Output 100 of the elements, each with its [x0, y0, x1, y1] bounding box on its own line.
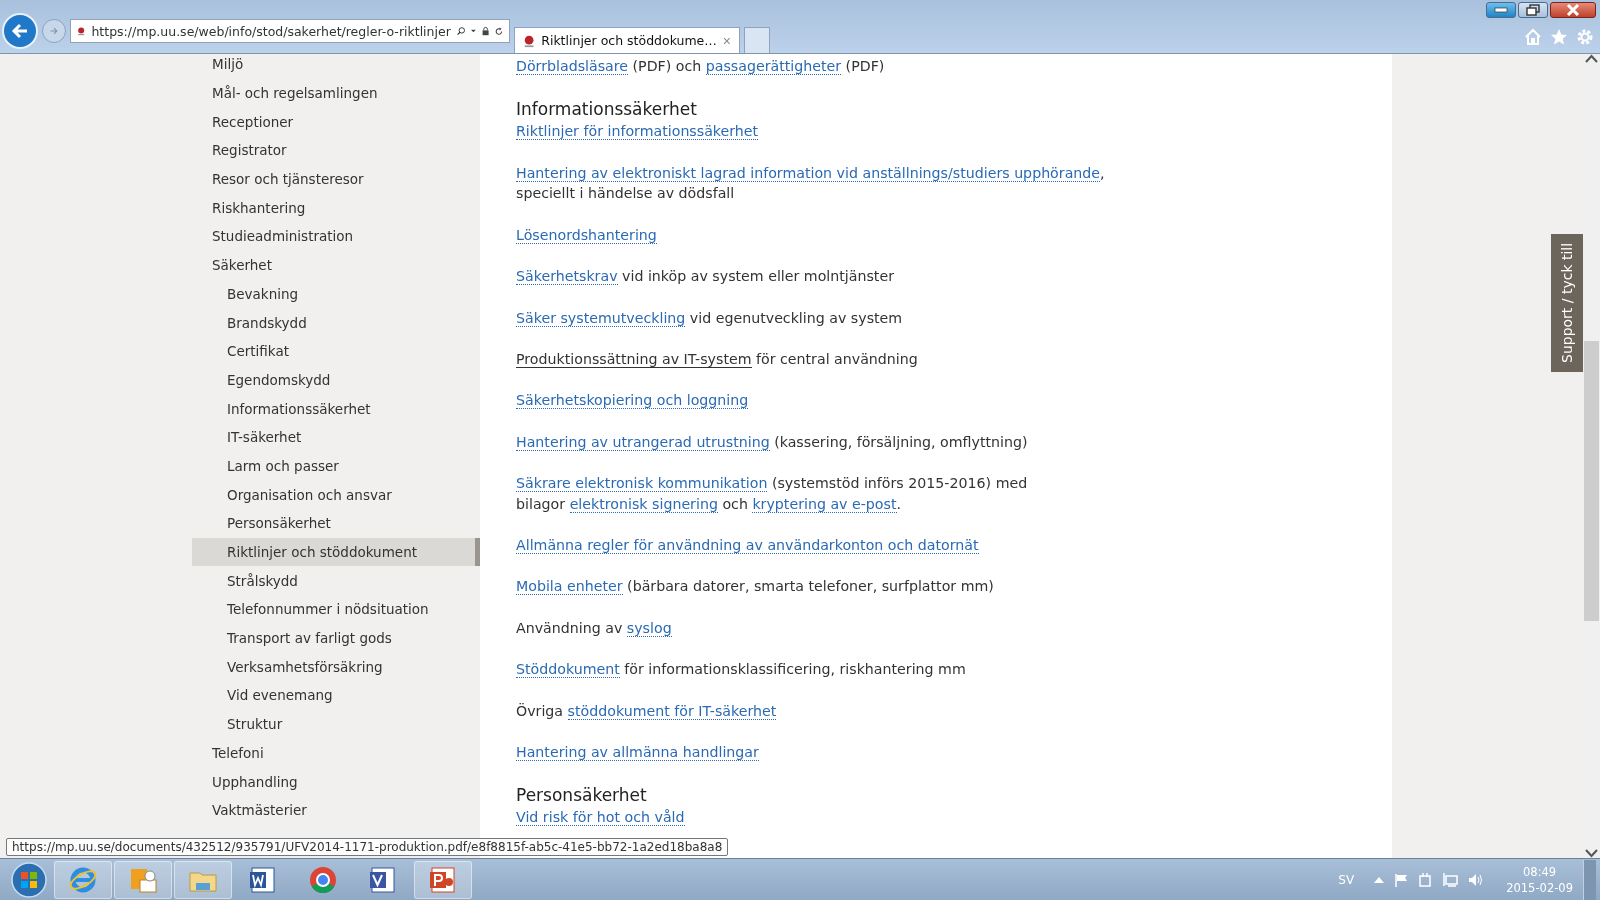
sidebar-link[interactable]: Mål- och regelsamlingen	[192, 78, 480, 108]
sidebar-link[interactable]: Vid evenemang	[192, 681, 480, 710]
word-document-icon	[248, 864, 278, 895]
sidebar-link[interactable]: Egendomskydd	[192, 365, 480, 395]
sidebar-link[interactable]: Verksamhetsförsäkring	[192, 652, 480, 682]
sidebar-link[interactable]: Strålskydd	[192, 566, 480, 596]
paragraph: Produktionssättning av IT-system för central användning	[516, 349, 919, 370]
chevron-up-icon	[1585, 54, 1598, 64]
star-icon	[1550, 28, 1568, 46]
close-tab-button[interactable]: ×	[722, 32, 731, 49]
sidebar-link[interactable]: Säkerhet	[192, 250, 480, 280]
close-button[interactable]	[1550, 2, 1596, 18]
section-heading: Personsäkerhet	[516, 784, 648, 808]
link-status-tooltip: https://mp.uu.se/documents/432512/935791/UFV2014-1171-produktion.pdf/e8f8815f-ab5c-41e5-bb72-1a2ed18ba8a8	[6, 838, 729, 856]
sidebar-link[interactable]: Receptioner	[192, 107, 480, 137]
text-link[interactable]: Säker systemutveckling	[516, 309, 686, 327]
windows-orb-icon	[11, 861, 47, 898]
lock-icon	[482, 24, 490, 38]
sidebar-link[interactable]: Telefonnummer i nödsituation	[192, 595, 480, 624]
seal-icon	[77, 24, 86, 38]
minimize-button[interactable]	[1486, 2, 1516, 18]
paragraph: Säkrare elektronisk kommunikation (systemstöd införs 2015-2016) med bilagor elektronisk signering och kryptering av e-post.	[516, 474, 1029, 515]
text-link[interactable]: stöddokument för IT-säkerhet	[567, 702, 777, 720]
text-link[interactable]: Dörrbladsläsare	[516, 58, 629, 75]
tab-title: Riktlinjer och stöddokume…	[541, 33, 717, 48]
paragraph: Säkerhetskrav vid inköp av system eller molntjänster	[516, 267, 895, 287]
sidebar-link[interactable]: Registrator	[192, 136, 480, 165]
back-button[interactable]	[2, 13, 38, 49]
text-link[interactable]: Hantering av utrangerad utrustning	[516, 433, 770, 451]
restore-button[interactable]	[1518, 2, 1548, 18]
network-icon	[1442, 872, 1459, 887]
paragraph: Säker systemutveckling vid egenutveckling av system	[516, 308, 904, 329]
text-link[interactable]: kryptering av e-post	[752, 495, 897, 513]
close-icon	[1566, 4, 1580, 16]
paragraph: Hantering av elektroniskt lagrad information vid anställnings/studiers upphörande, speciellt i händelse av dödsfall	[516, 163, 1106, 204]
text-link[interactable]: Stöddokument	[516, 661, 620, 679]
paragraph: Övriga stöddokument för IT-säkerhet	[516, 701, 778, 722]
sidebar-link[interactable]: Informationssäkerhet	[192, 394, 480, 423]
paragraph: Mobila enheter (bärbara datorer, smarta telefoner, surfplattor mm)	[516, 577, 995, 598]
minimize-icon	[1494, 7, 1508, 13]
clock-time: 08:49	[1523, 863, 1557, 880]
sidebar-link[interactable]: Transport av farligt gods	[192, 623, 480, 653]
sidebar-link[interactable]: Personsäkerhet	[192, 509, 480, 538]
url-text: https://mp.uu.se/web/info/stod/sakerhet/regler-o-riktlinjer	[91, 23, 451, 39]
home-icon	[1524, 28, 1542, 46]
text-link[interactable]: elektronisk signering	[569, 495, 718, 513]
new-tab-button[interactable]	[744, 27, 770, 53]
search-icon	[456, 24, 466, 38]
sidebar-link[interactable]: Certifikat	[192, 336, 480, 366]
browser-tab[interactable]: Riktlinjer och stöddokume… ×	[514, 27, 740, 53]
paragraph: Hantering av utrangerad utrustning (kassering, försäljning, omflyttning)	[516, 432, 1029, 453]
feedback-tab[interactable]: Support / tyck till	[1551, 234, 1583, 372]
text-link[interactable]: Hantering av elektroniskt lagrad information vid anställnings/studiers upphörande	[516, 164, 1101, 182]
caret-icon	[471, 28, 476, 34]
sidebar-link[interactable]: Studieadministration	[192, 222, 480, 251]
text-link[interactable]: Produktionssättning av IT-system	[516, 350, 752, 368]
flag-icon	[1394, 872, 1409, 887]
speaker-icon	[1468, 872, 1485, 887]
text-link[interactable]: Allmänna regler för användning av användarkonton och datornät	[516, 537, 979, 555]
sidebar-link[interactable]: Telefoni	[192, 738, 480, 768]
sidebar-link[interactable]: Bevakning	[192, 279, 480, 309]
paragraph: Stöddokument för informationsklassificering, riskhantering mm	[516, 660, 967, 680]
clock-date: 2015-02-09	[1506, 879, 1573, 896]
text-link[interactable]: syslog	[626, 619, 672, 637]
sidebar-link[interactable]: Riskhantering	[192, 193, 480, 223]
text-link[interactable]: passagerättigheter	[705, 58, 842, 75]
settings-icon	[1576, 28, 1594, 46]
restore-icon	[1526, 4, 1540, 16]
diagram-document-icon	[368, 864, 398, 895]
sidebar-link[interactable]: Brandskydd	[192, 308, 480, 337]
sidebar-link[interactable]: Larm och passer	[192, 451, 480, 481]
section-heading: Informationssäkerhet	[516, 98, 698, 122]
arrow-left-icon	[10, 21, 30, 41]
text-link[interactable]: Lösenordshantering	[516, 226, 657, 244]
paragraph: Användning av syslog	[516, 618, 673, 639]
triangle-up-icon	[1374, 876, 1385, 883]
sidebar-link[interactable]: IT-säkerhet	[192, 422, 480, 452]
slides-document-icon	[428, 864, 458, 895]
text-link[interactable]: Riktlinjer för informationssäkerhet	[516, 123, 759, 141]
text-link[interactable]: Hantering av allmänna handlingar	[516, 744, 759, 762]
text-link[interactable]: Säkerhetskrav	[516, 268, 618, 286]
sidebar-link[interactable]: Miljö	[192, 54, 480, 79]
taskbar-app-button[interactable]	[414, 860, 472, 899]
sidebar-link[interactable]: Vaktmästerier	[192, 795, 480, 825]
paragraph: Dörrbladsläsare (PDF) och passagerättigheter (PDF)	[516, 57, 886, 77]
text-link[interactable]: Mobila enheter	[516, 578, 623, 596]
text-link[interactable]: Säkrare elektronisk kommunikation	[516, 475, 768, 493]
sidebar-link[interactable]: Riktlinjer och stöddokument	[192, 537, 480, 567]
sidebar-link[interactable]: Upphandling	[192, 767, 480, 796]
sidebar-link[interactable]: Organisation och ansvar	[192, 480, 480, 509]
scrollbar[interactable]	[1583, 54, 1600, 858]
sidebar-link[interactable]: Struktur	[192, 709, 480, 739]
round-logo-icon	[308, 864, 338, 895]
text-link[interactable]: Vid risk för hot och våld	[516, 809, 685, 827]
chevron-down-icon	[1585, 848, 1598, 858]
show-desktop-button[interactable]	[1583, 859, 1596, 900]
text-link[interactable]: Säkerhetskopiering och loggning	[516, 392, 749, 410]
address-bar[interactable]: https://mp.uu.se/web/info/stod/sakerhet/regler-o-riktlinjer	[70, 19, 510, 43]
seal-icon	[523, 33, 536, 48]
sidebar-link[interactable]: Resor och tjänsteresor	[192, 164, 480, 194]
